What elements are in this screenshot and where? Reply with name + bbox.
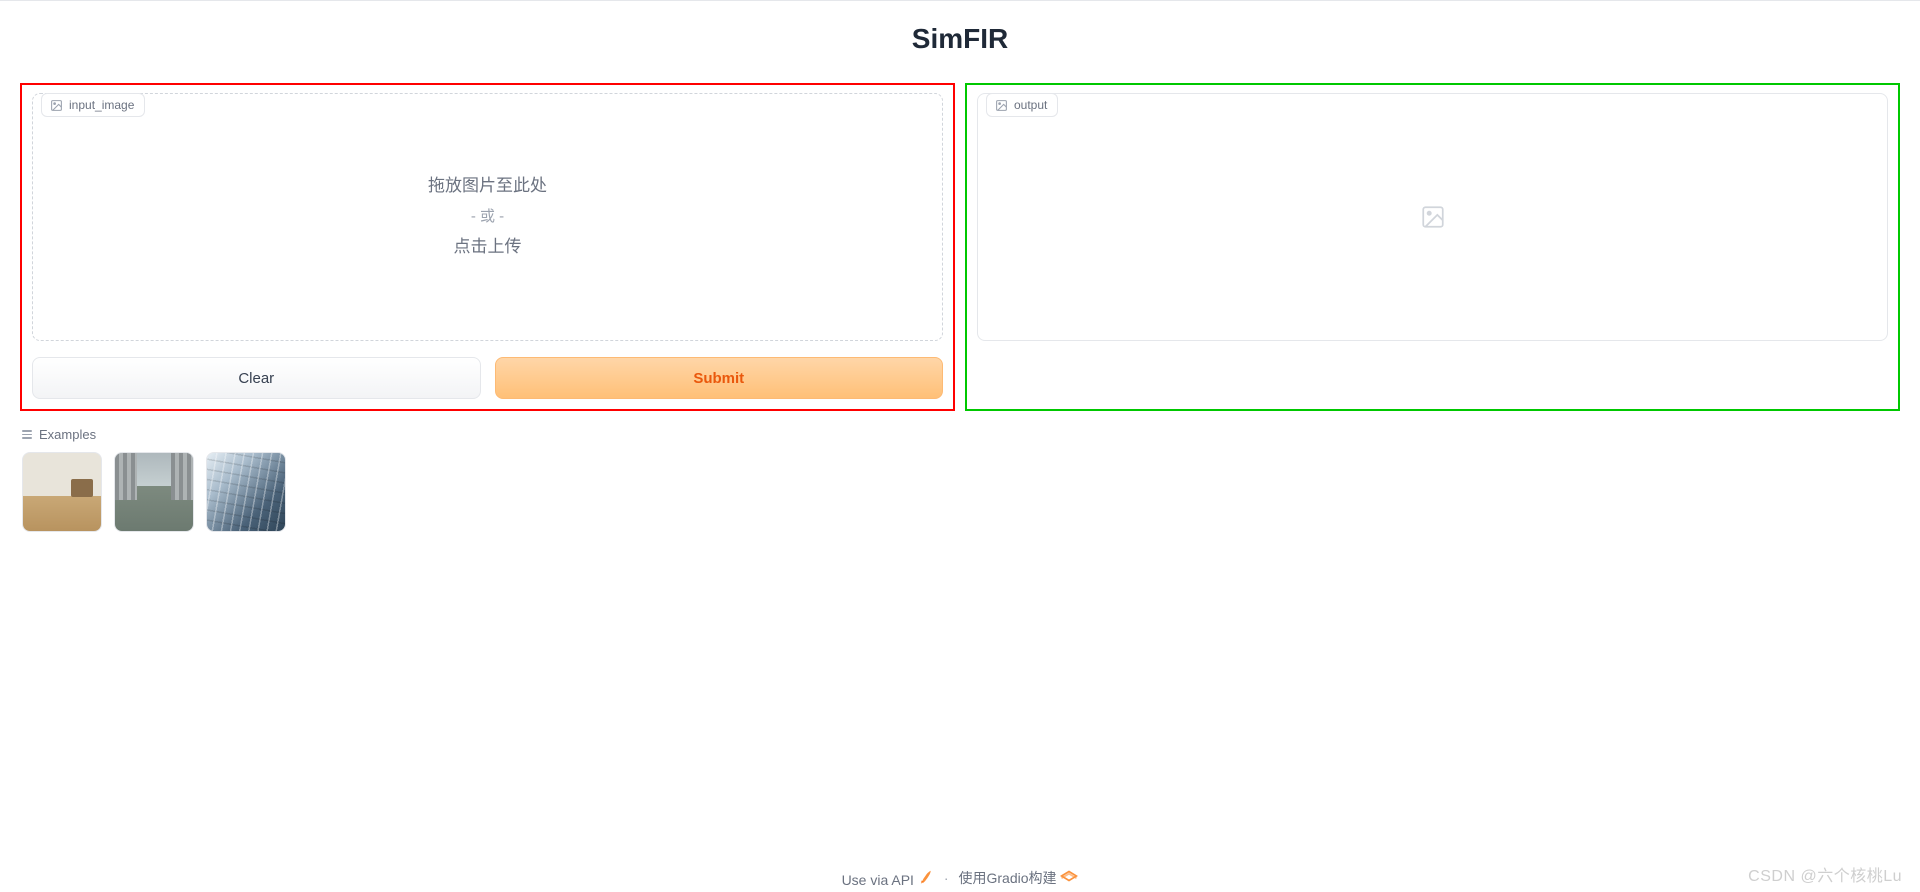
gradio-link-text: 使用Gradio构建 bbox=[959, 870, 1057, 886]
main-container: SimFIR input_image 拖放图片至此处 - 或 - bbox=[0, 23, 1920, 532]
input-column: input_image 拖放图片至此处 - 或 - 点击上传 Clear Sub… bbox=[20, 83, 955, 411]
examples-label: Examples bbox=[22, 427, 1900, 442]
dropzone-text: 拖放图片至此处 - 或 - 点击上传 bbox=[428, 170, 547, 263]
output-placeholder-icon bbox=[1420, 204, 1446, 230]
api-link[interactable]: Use via API bbox=[842, 869, 934, 888]
list-icon bbox=[22, 430, 32, 439]
input-image-dropzone[interactable]: input_image 拖放图片至此处 - 或 - 点击上传 bbox=[32, 93, 943, 341]
example-thumb-2[interactable] bbox=[114, 452, 194, 532]
button-row: Clear Submit bbox=[32, 357, 943, 399]
top-divider bbox=[0, 0, 1920, 1]
output-panel-label: output bbox=[986, 93, 1058, 117]
gradio-link[interactable]: 使用Gradio构建 bbox=[959, 868, 1079, 888]
input-panel-label: input_image bbox=[41, 93, 145, 117]
drop-line-1: 拖放图片至此处 bbox=[428, 170, 547, 202]
footer: Use via API · 使用Gradio构建 bbox=[0, 868, 1920, 888]
page-title: SimFIR bbox=[20, 23, 1900, 55]
footer-separator: · bbox=[944, 870, 949, 886]
image-icon bbox=[50, 99, 63, 112]
submit-button[interactable]: Submit bbox=[495, 357, 944, 399]
drop-line-2: 点击上传 bbox=[428, 231, 547, 263]
rocket-icon bbox=[916, 867, 935, 888]
clear-button[interactable]: Clear bbox=[32, 357, 481, 399]
examples-label-text: Examples bbox=[39, 427, 96, 442]
input-label-text: input_image bbox=[69, 98, 134, 112]
watermark: CSDN @六个核桃Lu bbox=[1748, 862, 1902, 886]
examples-section: Examples bbox=[20, 427, 1900, 532]
columns-row: input_image 拖放图片至此处 - 或 - 点击上传 Clear Sub… bbox=[20, 83, 1900, 411]
output-label-text: output bbox=[1014, 98, 1047, 112]
example-thumbnails bbox=[22, 452, 1900, 532]
api-link-text: Use via API bbox=[842, 872, 914, 888]
drop-or: - 或 - bbox=[428, 203, 547, 232]
output-column: output bbox=[965, 83, 1900, 411]
output-image-panel: output bbox=[977, 93, 1888, 341]
image-icon bbox=[995, 99, 1008, 112]
example-thumb-1[interactable] bbox=[22, 452, 102, 532]
example-thumb-3[interactable] bbox=[206, 452, 286, 532]
gradio-icon bbox=[1060, 869, 1078, 883]
